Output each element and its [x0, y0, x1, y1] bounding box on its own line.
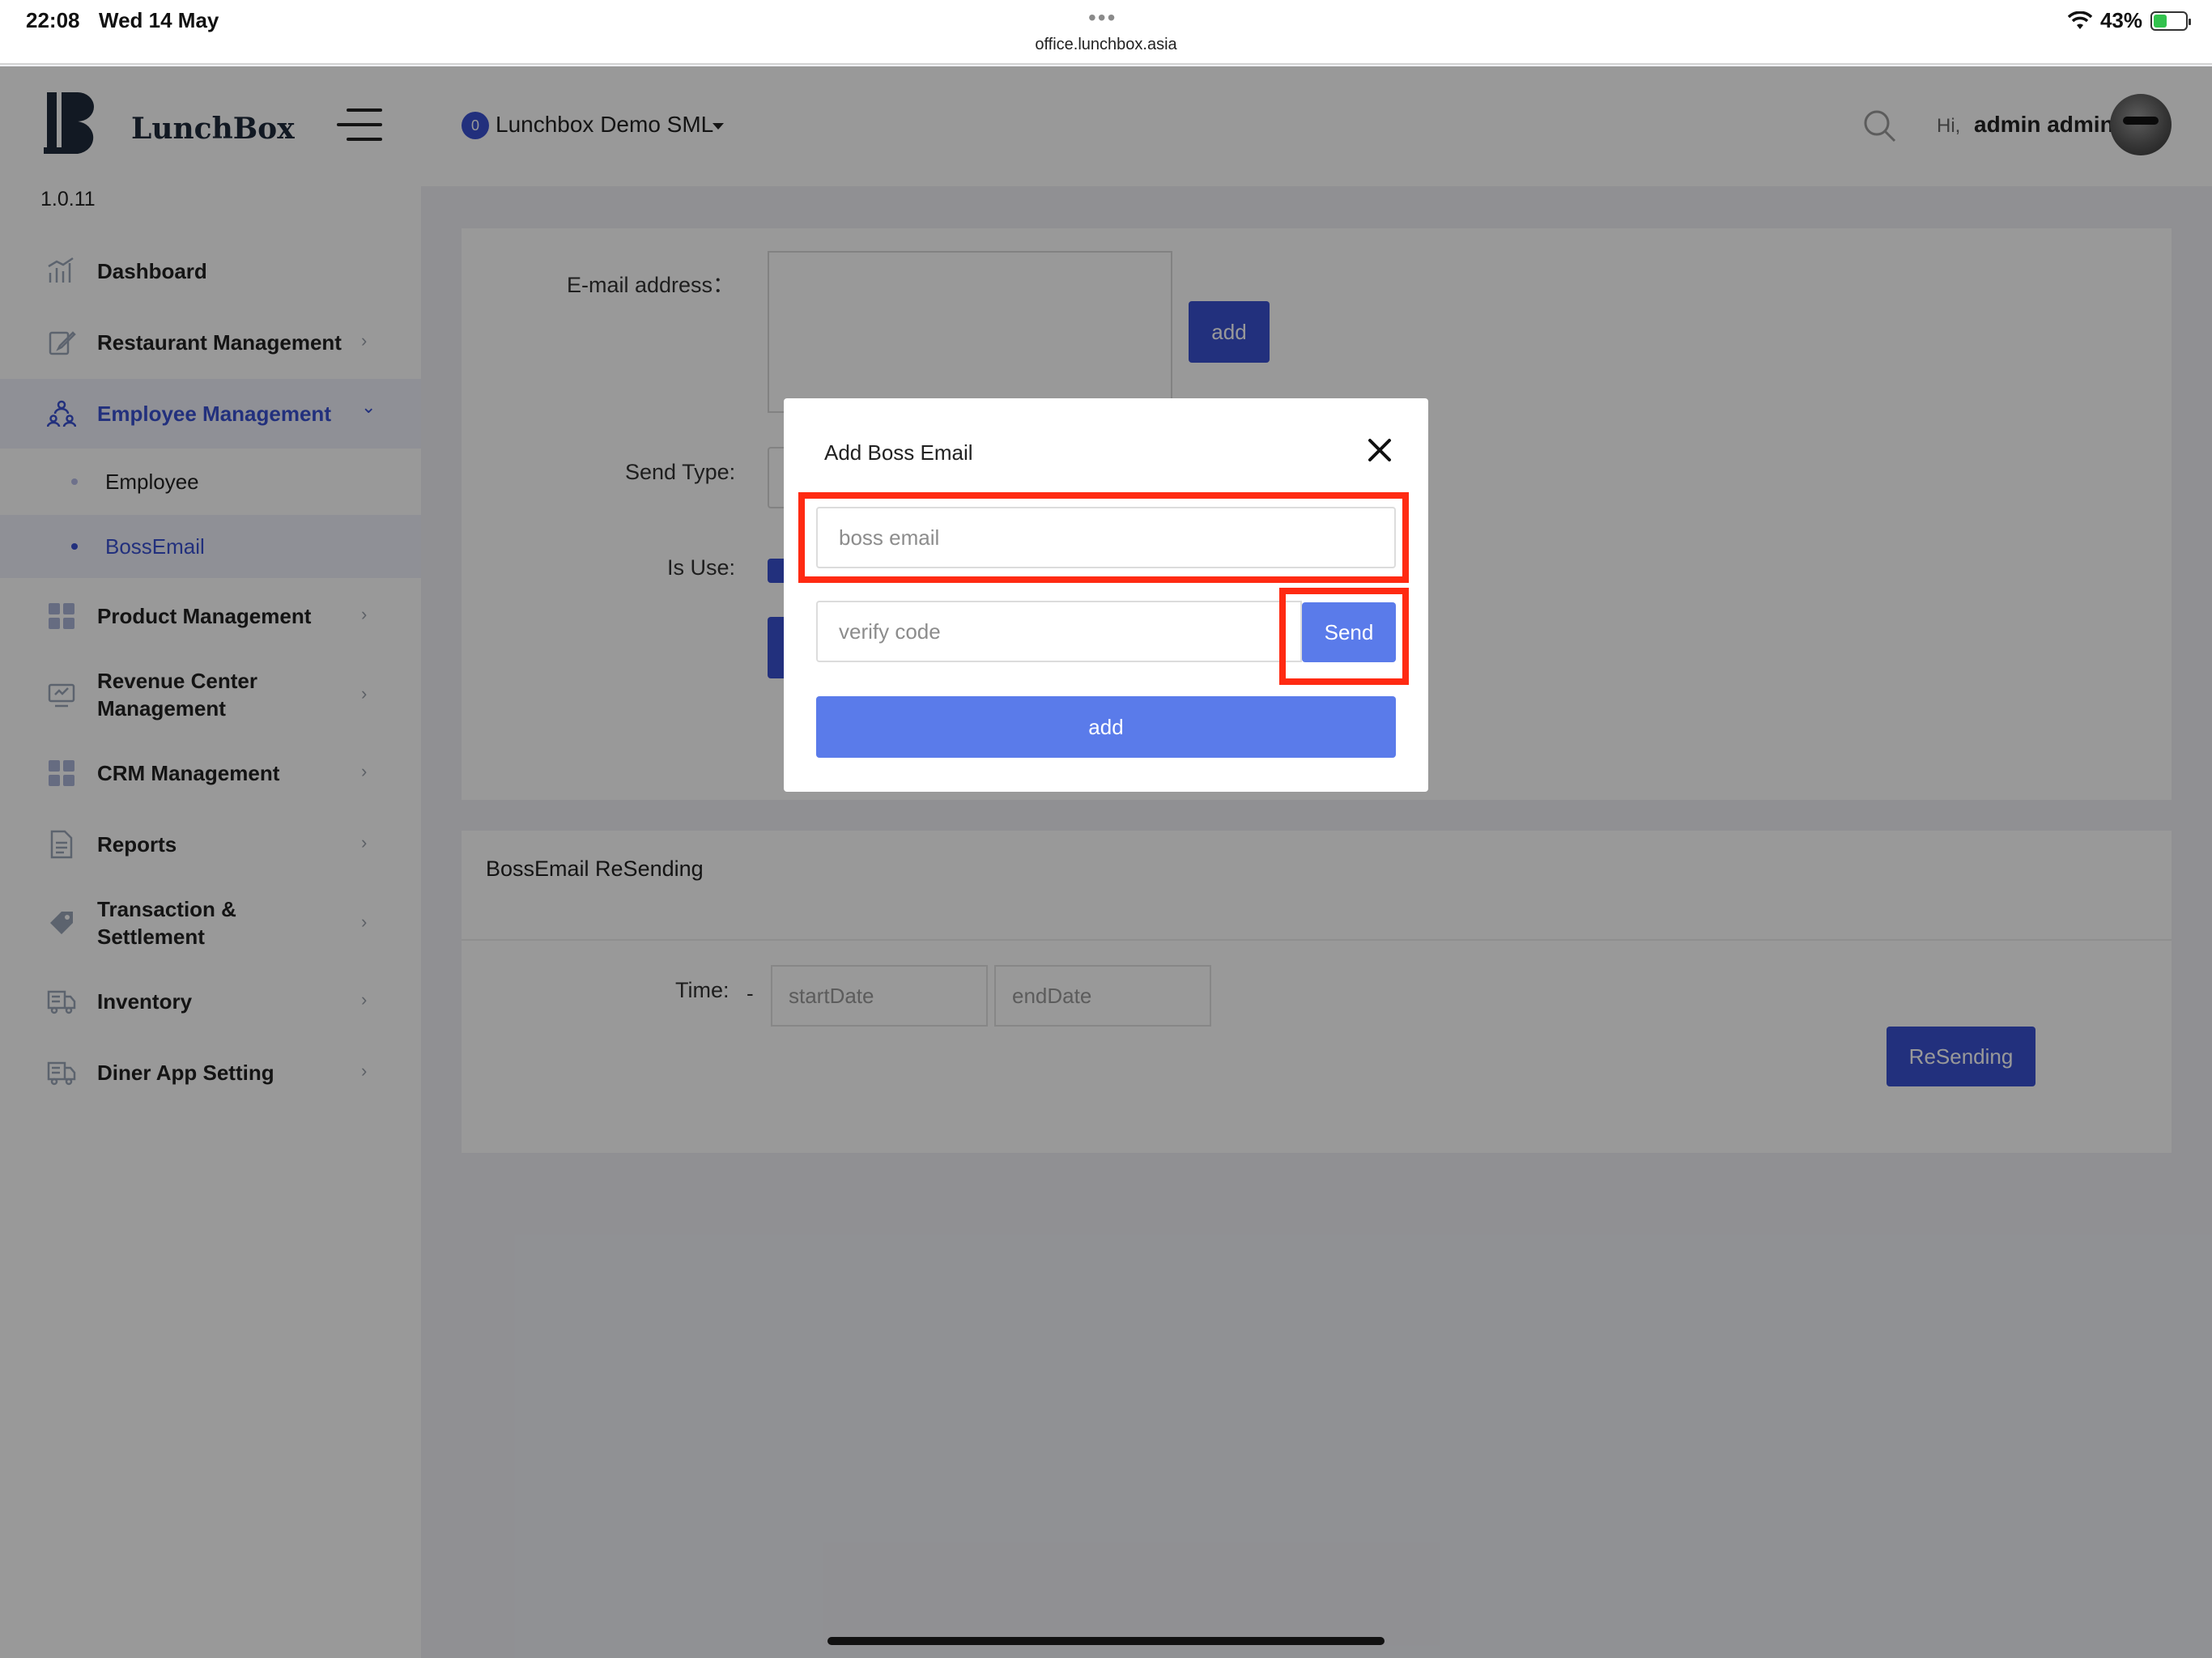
- close-icon[interactable]: [1363, 434, 1396, 466]
- wifi-icon: [2067, 11, 2092, 29]
- status-right: 43%: [2067, 8, 2191, 33]
- modal-add-button[interactable]: add: [816, 696, 1396, 758]
- battery-icon: [2150, 11, 2191, 31]
- highlight-send-button: [1279, 588, 1409, 685]
- status-bar: 22:08 Wed 14 May ••• office.lunchbox.asi…: [0, 0, 2212, 65]
- modal-backdrop[interactable]: [0, 66, 2212, 1658]
- status-date: Wed 14 May: [99, 8, 219, 32]
- modal-title: Add Boss Email: [824, 440, 973, 465]
- more-dots-icon[interactable]: •••: [1088, 5, 1117, 31]
- status-time: 22:08: [26, 8, 80, 32]
- verify-code-input[interactable]: [816, 601, 1302, 662]
- address-bar-url[interactable]: office.lunchbox.asia: [0, 36, 2212, 54]
- battery-percent: 43%: [2099, 8, 2142, 32]
- highlight-email-input: [798, 492, 1409, 583]
- home-indicator[interactable]: [827, 1637, 1385, 1645]
